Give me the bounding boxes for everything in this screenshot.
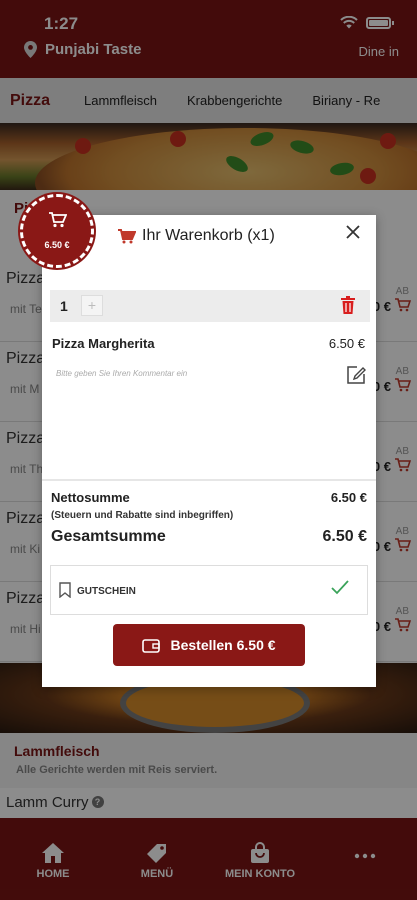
voucher-field[interactable]: GUTSCHEIN xyxy=(50,565,368,615)
trash-icon[interactable] xyxy=(341,296,355,314)
section-divider xyxy=(42,479,376,481)
voucher-label: GUTSCHEIN xyxy=(77,586,136,597)
cart-title: Ihr Warenkorb (x1) xyxy=(118,227,275,245)
grand-total-value: 6.50 € xyxy=(322,528,367,545)
net-total-label: Nettosumme xyxy=(51,490,130,505)
quantity-increase-button[interactable]: + xyxy=(81,295,103,316)
close-icon[interactable] xyxy=(344,223,362,241)
cart-title-text: Ihr Warenkorb (x1) xyxy=(142,227,275,244)
cart-total-badge[interactable]: 6.50 € xyxy=(20,194,94,268)
quantity-value: 1 xyxy=(60,298,68,314)
check-icon[interactable] xyxy=(331,579,349,595)
edit-icon[interactable] xyxy=(345,364,367,386)
cart-modal: Ihr Warenkorb (x1) 1 + Pizza Margherita … xyxy=(42,215,376,687)
cart-item-name: Pizza Margherita xyxy=(52,336,155,351)
cart-icon xyxy=(118,228,136,243)
order-button[interactable]: Bestellen 6.50 € xyxy=(113,624,305,666)
comment-input[interactable]: Bitte geben Sie Ihren Kommentar ein xyxy=(56,369,286,378)
grand-total-label: Gesamtsumme xyxy=(51,528,166,545)
tax-note: (Steuern und Rabatte sind inbegriffen) xyxy=(51,510,234,521)
quantity-bar: 1 + xyxy=(50,290,370,322)
net-total-value: 6.50 € xyxy=(330,490,367,505)
bookmark-icon xyxy=(59,582,71,598)
cart-icon xyxy=(49,212,67,228)
order-button-label: Bestellen 6.50 € xyxy=(170,637,276,653)
cart-item-price: 6.50 € xyxy=(328,336,365,351)
cart-badge-price: 6.50 € xyxy=(44,240,70,250)
app-screen: 1:27 Punjabi Taste Dine in Pizza Lammfle… xyxy=(0,0,417,900)
wallet-icon xyxy=(142,638,161,653)
